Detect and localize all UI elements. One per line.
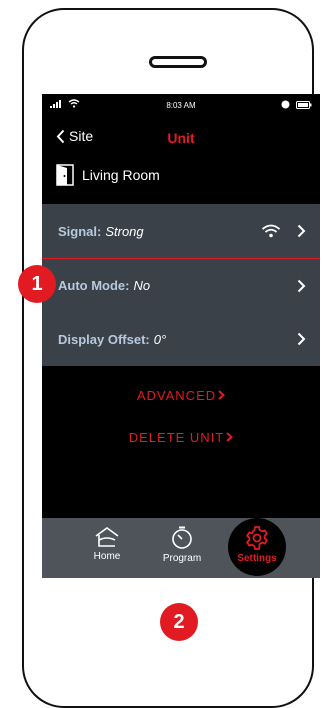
signal-label: Signal:	[58, 223, 102, 239]
tab-home-label: Home	[93, 551, 121, 562]
wifi-signal-icon	[261, 224, 281, 238]
home-icon	[95, 527, 119, 547]
app-screen: 8:03 AM Site Unit Living Room Signal: St…	[42, 94, 320, 578]
gear-icon	[246, 526, 268, 550]
auto-mode-value: No	[133, 278, 151, 293]
tab-settings-label: Settings	[237, 553, 277, 564]
callout-badge-1: 1	[18, 265, 56, 303]
delete-unit-label: DELETE UNIT	[128, 430, 225, 445]
chevron-right-icon	[297, 224, 306, 238]
tab-program-label: Program	[162, 553, 202, 564]
room-name: Living Room	[82, 167, 160, 183]
signal-row[interactable]: Signal: Strong	[42, 204, 320, 258]
display-offset-row-right	[297, 332, 306, 346]
page-title: Unit	[167, 130, 195, 146]
tab-bar: Home Program Settings	[42, 518, 320, 578]
door-icon	[56, 164, 74, 186]
status-right	[281, 100, 312, 109]
chevron-right-icon	[297, 279, 306, 292]
phone-speaker	[149, 56, 207, 68]
room-header: Living Room	[56, 164, 160, 186]
callout-badge-2: 2	[160, 603, 198, 641]
tab-settings[interactable]: Settings	[222, 518, 292, 578]
auto-mode-label: Auto Mode:	[58, 278, 130, 293]
display-offset-row[interactable]: Display Offset: 0°	[42, 312, 320, 366]
alarm-icon	[281, 100, 290, 109]
signal-row-right	[261, 224, 306, 238]
chevron-right-icon	[226, 432, 234, 442]
display-offset-value: 0°	[153, 331, 167, 347]
advanced-link[interactable]: ADVANCED	[42, 388, 320, 403]
advanced-label: ADVANCED	[136, 388, 217, 403]
battery-icon	[296, 100, 312, 109]
tab-home[interactable]: Home	[72, 518, 142, 578]
chevron-right-icon	[297, 332, 306, 346]
auto-mode-row-right	[297, 279, 306, 293]
status-time: 8:03 AM	[166, 101, 196, 110]
tab-program[interactable]: Program	[147, 518, 217, 578]
delete-unit-link[interactable]: DELETE UNIT	[42, 430, 320, 445]
status-bar: 8:03 AM	[42, 94, 320, 116]
chevron-right-icon	[218, 390, 226, 400]
nav-bar: Site Unit	[42, 128, 320, 150]
signal-value: Strong	[105, 223, 144, 239]
auto-mode-row[interactable]: Auto Mode: No	[42, 258, 320, 312]
timer-icon	[172, 526, 192, 549]
display-offset-label: Display Offset:	[58, 331, 150, 347]
settings-list: Signal: Strong Auto Mode: No Display Off…	[42, 204, 320, 366]
